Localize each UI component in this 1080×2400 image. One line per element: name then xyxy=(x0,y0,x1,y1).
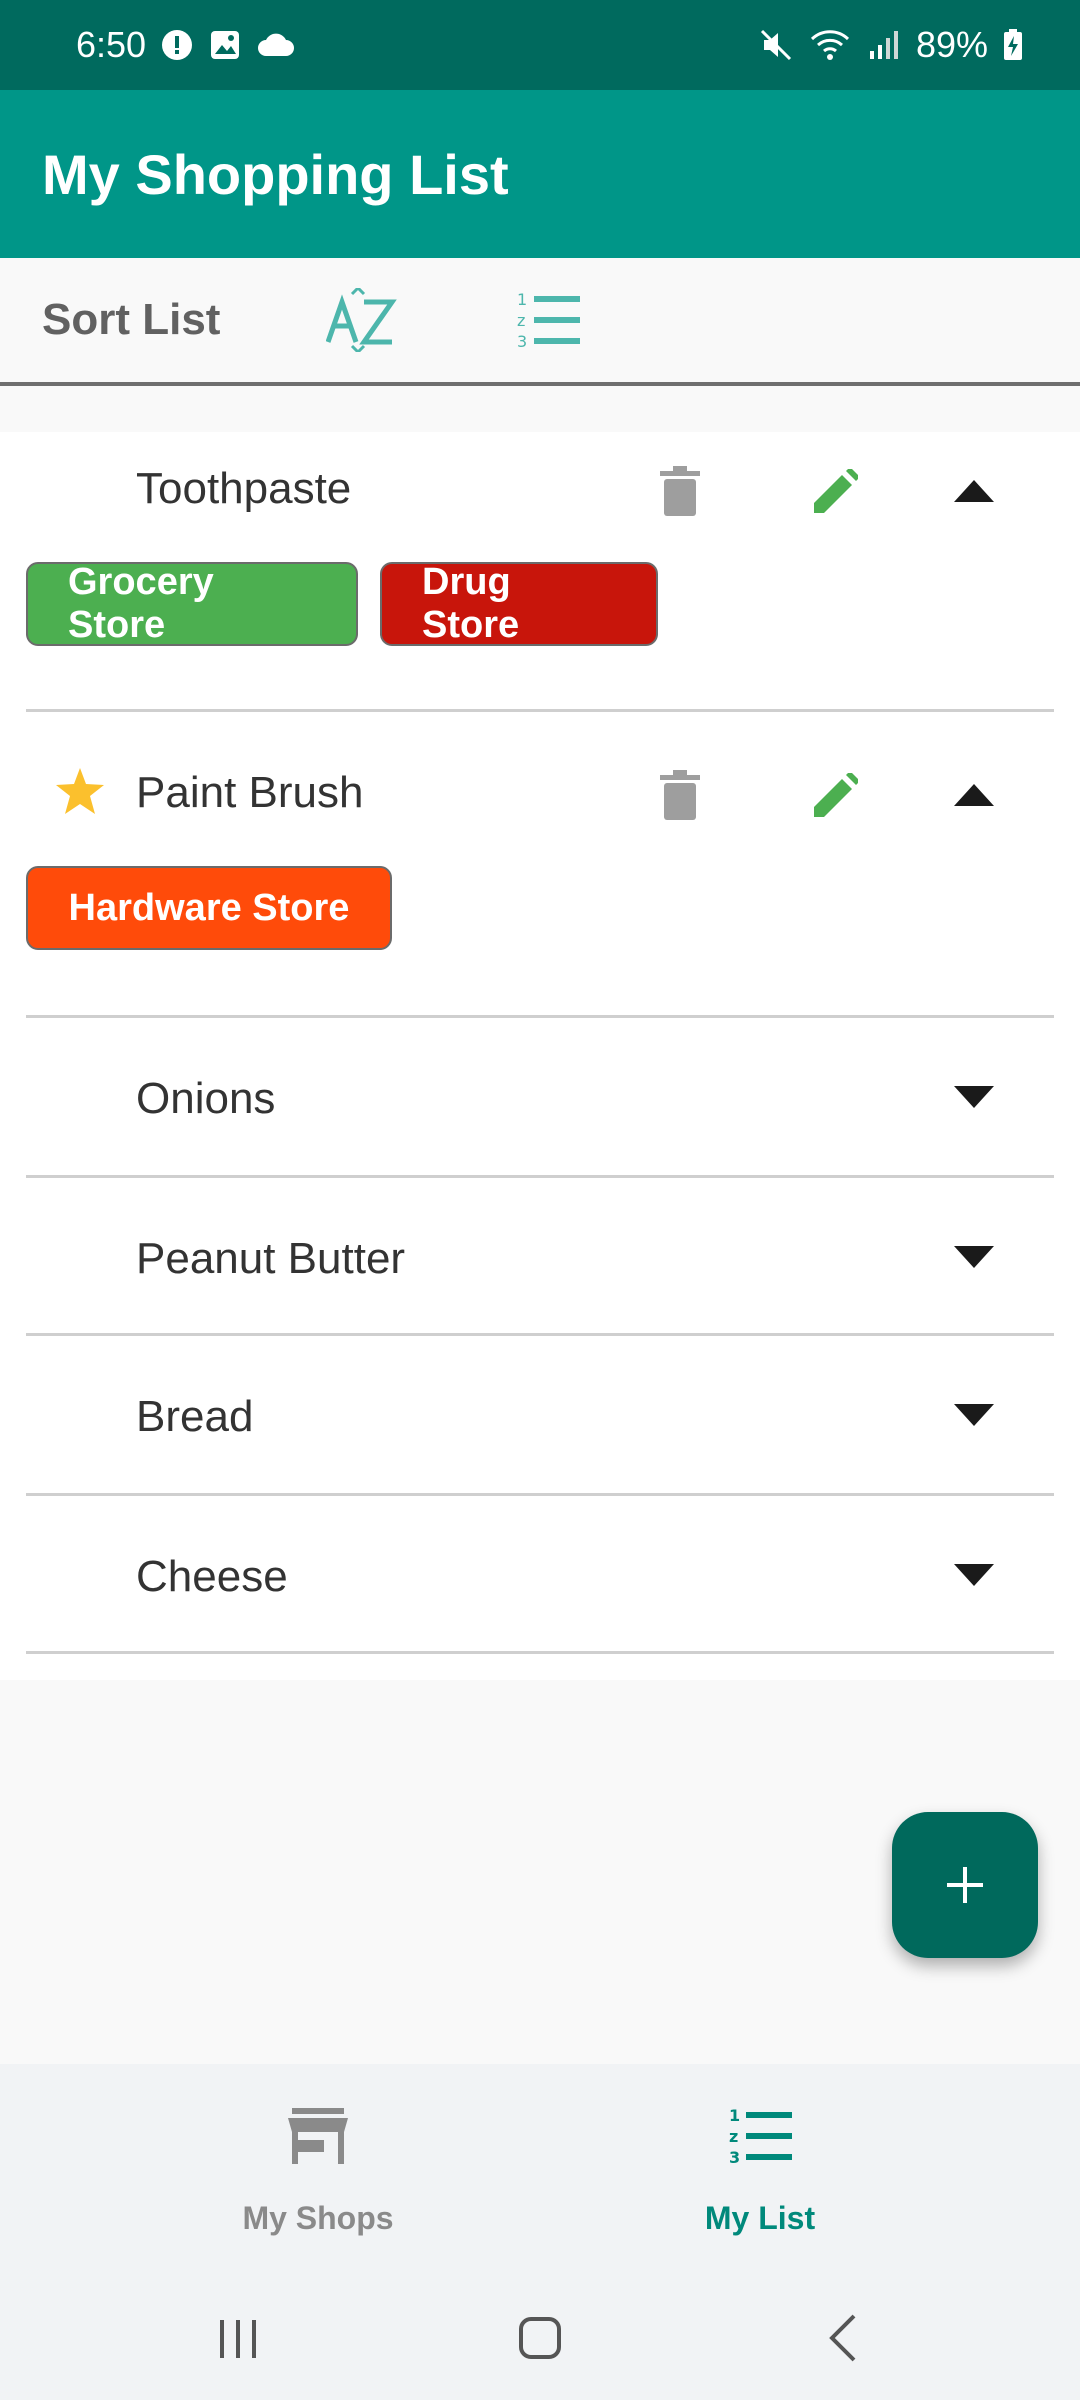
list-item-onions[interactable]: Onions xyxy=(26,1018,1054,1178)
back-icon[interactable] xyxy=(826,2314,858,2362)
app-bar: My Shopping List xyxy=(0,90,1080,258)
edit-button[interactable] xyxy=(808,464,864,518)
status-time: 6:50 xyxy=(76,24,147,65)
chevron-down-icon xyxy=(954,1246,994,1268)
collapse-button[interactable] xyxy=(946,770,1002,820)
signal-icon xyxy=(869,31,898,59)
home-icon[interactable] xyxy=(518,2316,562,2360)
collapse-button[interactable] xyxy=(946,466,1002,516)
svg-text:1: 1 xyxy=(729,2106,740,2125)
pencil-icon xyxy=(814,469,858,513)
sort-az-icon[interactable] xyxy=(326,288,398,352)
alert-icon xyxy=(162,30,193,60)
shopping-list: Toothpaste Grocery Store Drug Store Pain… xyxy=(0,432,1080,1680)
battery-charging-icon xyxy=(1004,29,1022,60)
expand-button[interactable] xyxy=(946,1232,1002,1282)
store-chip-label: Drug Store xyxy=(422,561,520,646)
cloud-icon xyxy=(258,33,295,56)
nav-my-shops[interactable]: My Shops xyxy=(168,2064,468,2274)
item-name: Paint Brush xyxy=(136,768,364,817)
item-name: Bread xyxy=(136,1392,254,1441)
item-name: Peanut Butter xyxy=(136,1234,406,1283)
numbered-list-icon: 1 z 3 xyxy=(729,2106,792,2166)
pencil-icon xyxy=(814,773,858,817)
mute-icon xyxy=(760,29,791,61)
plus-icon xyxy=(947,1867,983,1903)
status-left: 6:50 xyxy=(76,24,296,66)
list-item-bread[interactable]: Bread xyxy=(26,1336,1054,1496)
svg-text:z: z xyxy=(517,311,525,330)
system-nav-bar xyxy=(0,2274,1080,2400)
item-name: Cheese xyxy=(136,1552,288,1601)
list-item-paint-brush[interactable]: Paint Brush Hardware Store xyxy=(26,712,1054,1018)
nav-my-list[interactable]: 1 z 3 My List xyxy=(610,2064,910,2274)
chevron-down-icon xyxy=(954,1404,994,1426)
store-chip[interactable]: Grocery Store xyxy=(26,561,358,646)
svg-text:3: 3 xyxy=(729,2148,740,2166)
list-item-peanut-butter[interactable]: Peanut Butter xyxy=(26,1178,1054,1336)
trash-icon xyxy=(660,466,700,516)
edit-button[interactable] xyxy=(808,768,864,822)
store-chip-label: Hardware Store xyxy=(68,886,350,929)
wifi-icon xyxy=(810,30,849,60)
store-icon xyxy=(288,2108,348,2164)
item-name: Onions xyxy=(136,1074,276,1123)
page-title: My Shopping List xyxy=(42,142,509,206)
expand-button[interactable] xyxy=(946,1550,1002,1600)
add-item-button[interactable] xyxy=(892,1812,1038,1958)
status-right: 89% xyxy=(758,24,1024,66)
image-icon xyxy=(211,31,240,59)
delete-button[interactable] xyxy=(652,766,708,824)
battery-percent: 89% xyxy=(915,24,988,65)
list-item-cheese[interactable]: Cheese xyxy=(26,1496,1054,1654)
store-chip-label: Grocery Store xyxy=(68,561,214,646)
delete-button[interactable] xyxy=(652,462,708,520)
recent-apps-icon[interactable] xyxy=(216,2318,260,2360)
chevron-up-icon xyxy=(954,480,994,502)
nav-label: My List xyxy=(704,2200,816,2236)
sort-list-label: Sort List xyxy=(42,295,221,344)
svg-text:z: z xyxy=(729,2127,738,2146)
expand-button[interactable] xyxy=(946,1072,1002,1122)
sort-bar: Sort List 1 z 3 xyxy=(0,258,1080,386)
store-chip[interactable]: Hardware Store xyxy=(26,866,392,950)
status-bar: 6:50 89% xyxy=(0,0,1080,90)
star-icon xyxy=(56,768,104,814)
chevron-down-icon xyxy=(954,1086,994,1108)
nav-label: My Shops xyxy=(242,2200,394,2236)
trash-icon xyxy=(660,770,700,820)
sort-numbered-icon[interactable]: 1 z 3 xyxy=(516,290,582,350)
chevron-down-icon xyxy=(954,1564,994,1586)
svg-text:3: 3 xyxy=(517,332,527,350)
bottom-nav: My Shops 1 z 3 My List xyxy=(0,2064,1080,2274)
svg-text:1: 1 xyxy=(517,290,527,309)
list-item-toothpaste[interactable]: Toothpaste Grocery Store Drug Store xyxy=(26,432,1054,712)
chevron-up-icon xyxy=(954,784,994,806)
item-name: Toothpaste xyxy=(136,464,352,513)
expand-button[interactable] xyxy=(946,1390,1002,1440)
store-chip[interactable]: Drug Store xyxy=(380,561,658,646)
